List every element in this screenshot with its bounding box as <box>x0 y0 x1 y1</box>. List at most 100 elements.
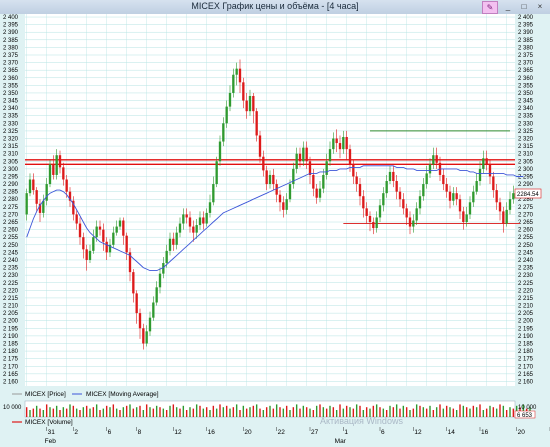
volume-bar <box>129 404 131 417</box>
candle-body <box>218 141 222 162</box>
y-tick-label: 2 375 <box>3 53 19 59</box>
candle-body <box>398 191 402 200</box>
y-tick-label: 2 325 <box>518 129 534 135</box>
volume-bar <box>219 404 221 417</box>
x-tick-label: 20 <box>244 429 252 436</box>
y-tick-label: 2 315 <box>3 144 19 150</box>
volume-bar <box>205 407 208 417</box>
y-tick-label: 2 195 <box>518 326 534 332</box>
volume-bar <box>245 408 248 417</box>
y-tick-label: 2 300 <box>518 167 534 173</box>
y-tick-label: 2 170 <box>518 364 534 370</box>
volume-bar <box>102 408 105 417</box>
candle-body <box>495 190 498 203</box>
volume-bar <box>69 404 71 417</box>
volume-bar <box>52 408 55 417</box>
candle-body <box>152 302 155 318</box>
candle-body <box>302 147 305 162</box>
maximize-button[interactable]: □ <box>518 1 530 12</box>
y-tick-label: 2 330 <box>3 121 19 127</box>
candle-body <box>298 153 302 162</box>
candle-body <box>405 208 408 218</box>
y-tick-label: 2 350 <box>3 91 19 97</box>
candle-body <box>52 164 55 175</box>
candle-body <box>475 181 478 192</box>
x-tick-label: 16 <box>481 429 489 436</box>
volume-bar <box>499 404 501 417</box>
volume-bar <box>159 407 161 417</box>
y-tick-label: 2 340 <box>3 106 19 112</box>
candle-body <box>145 331 148 344</box>
volume-bar <box>269 405 271 417</box>
y-tick-label: 2 175 <box>3 357 19 363</box>
candle-body <box>508 199 512 210</box>
candle-body <box>32 179 35 191</box>
candle-body <box>488 164 492 177</box>
y-tick-label: 2 310 <box>3 152 19 158</box>
candle-body <box>175 232 178 245</box>
candle-body <box>388 171 392 182</box>
volume-bar <box>169 405 171 417</box>
y-tick-label: 2 310 <box>518 152 534 158</box>
candle-body <box>102 229 105 242</box>
candle-body <box>65 179 68 192</box>
candle-body <box>268 174 272 185</box>
candle-body <box>185 214 188 218</box>
volume-bar <box>122 407 125 417</box>
volume-bar <box>125 405 128 417</box>
candle-body <box>135 293 138 314</box>
volume-bar <box>459 404 461 417</box>
volume-bar <box>89 408 91 417</box>
candle-body <box>148 317 152 332</box>
candle-body <box>238 68 242 83</box>
y-tick-label: 2 255 <box>3 235 19 241</box>
y-tick-label: 2 195 <box>3 326 19 332</box>
volume-bar <box>139 405 141 417</box>
volume-bar <box>455 410 458 417</box>
y-tick-label: 2 180 <box>518 349 534 355</box>
y-tick-label: 2 385 <box>518 38 534 44</box>
candle-body <box>202 217 205 224</box>
y-tick-label: 2 175 <box>518 357 534 363</box>
candle-body <box>348 149 352 165</box>
volume-bar <box>429 405 431 417</box>
volume-bar <box>62 407 65 417</box>
volume-bar <box>92 407 95 417</box>
date-axis <box>25 427 515 447</box>
volume-bar <box>442 408 445 417</box>
y-tick-label: 2 230 <box>3 273 19 279</box>
candle-body <box>422 184 425 197</box>
y-tick-label: 2 305 <box>518 159 534 165</box>
y-tick-label: 2 160 <box>3 379 19 385</box>
candle-body <box>428 164 432 174</box>
volume-bar <box>282 408 285 417</box>
volume-bar <box>135 407 138 417</box>
volume-bar <box>35 405 38 417</box>
volume-bar <box>295 404 298 417</box>
volume-bar <box>305 407 308 417</box>
y-tick-label: 2 185 <box>518 341 534 347</box>
candle-body <box>458 199 462 212</box>
candle-body <box>282 202 285 210</box>
candle-body <box>328 149 332 162</box>
y-tick-label: 2 395 <box>3 23 19 29</box>
volume-bar <box>105 405 108 417</box>
y-tick-label: 2 235 <box>518 266 534 272</box>
pin-button[interactable]: ✎ <box>482 1 498 14</box>
candle-body <box>308 161 312 175</box>
close-button[interactable]: × <box>534 1 546 12</box>
candle-body <box>325 161 328 175</box>
candle-body <box>228 92 232 107</box>
minimize-button[interactable]: _ <box>502 1 514 12</box>
volume-bar <box>182 405 185 417</box>
candle-body <box>198 217 202 226</box>
y-tick-label: 2 380 <box>3 45 19 51</box>
volume-bar <box>165 410 168 417</box>
y-tick-label: 2 210 <box>518 304 534 310</box>
y-tick-label: 2 245 <box>518 250 534 256</box>
y-tick-label: 2 165 <box>518 372 534 378</box>
price-chart: 2 1602 1652 1702 1752 1802 1852 1902 195… <box>0 14 550 447</box>
volume-bar <box>479 404 481 417</box>
candle-body <box>115 226 118 233</box>
y-tick-label: 2 190 <box>3 334 19 340</box>
